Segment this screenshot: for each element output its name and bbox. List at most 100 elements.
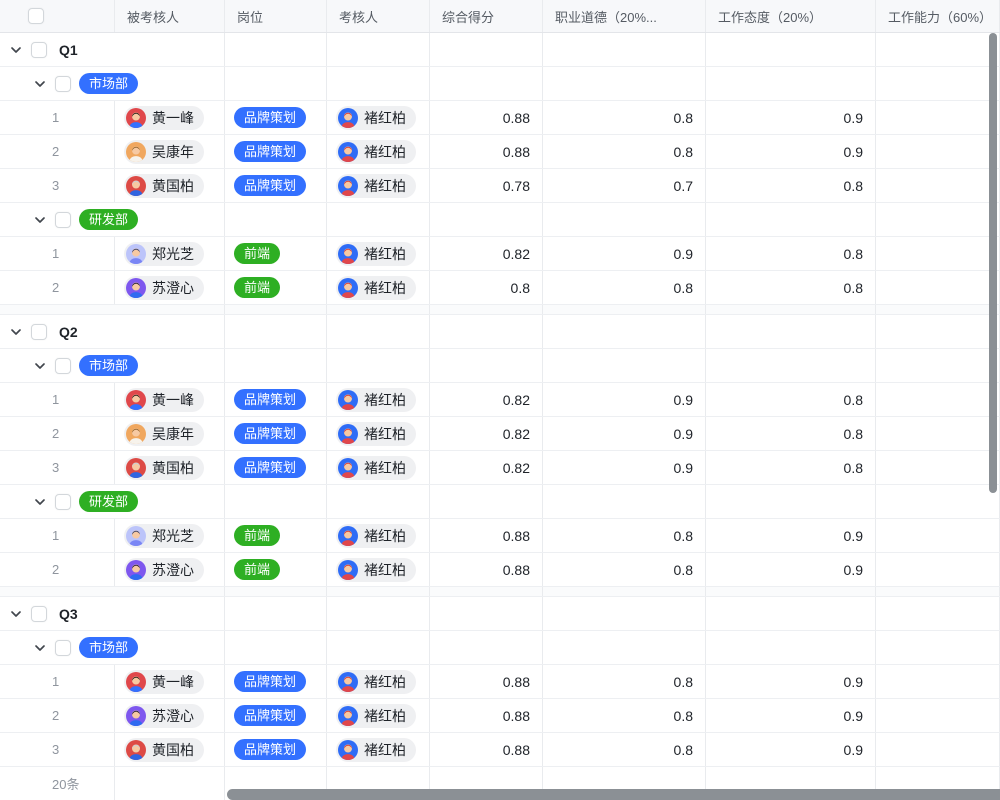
position-cell[interactable]: 品牌策划 [225,665,327,698]
score-cell[interactable]: 0.88 [430,519,543,552]
person-cell[interactable]: 吴康年 [115,135,225,168]
position-cell[interactable]: 品牌策划 [225,733,327,766]
ability-cell[interactable] [876,699,1000,732]
ability-cell[interactable] [876,237,1000,270]
ethics-cell[interactable]: 0.8 [543,271,706,304]
chevron-down-icon[interactable] [33,495,47,509]
ethics-cell[interactable]: 0.9 [543,417,706,450]
position-cell[interactable]: 品牌策划 [225,451,327,484]
dept-checkbox[interactable] [55,494,71,510]
chevron-down-icon[interactable] [9,325,23,339]
person-cell[interactable]: 苏澄心 [115,699,225,732]
ethics-cell[interactable]: 0.9 [543,237,706,270]
row-index-cell[interactable]: 1 [0,383,115,416]
assessor-cell[interactable]: 褚红柏 [327,237,430,270]
chevron-down-icon[interactable] [33,213,47,227]
score-cell[interactable]: 0.82 [430,237,543,270]
position-cell[interactable]: 品牌策划 [225,417,327,450]
row-index-cell[interactable]: 3 [0,169,115,202]
person-cell[interactable]: 苏澄心 [115,553,225,586]
ability-cell[interactable] [876,665,1000,698]
attitude-cell[interactable]: 0.9 [706,553,876,586]
col-header-person[interactable]: 被考核人 [115,0,225,32]
attitude-cell[interactable]: 0.8 [706,417,876,450]
person-cell[interactable]: 黄国柏 [115,733,225,766]
row-index-cell[interactable]: 2 [0,417,115,450]
row-index-cell[interactable]: 1 [0,101,115,134]
attitude-cell[interactable]: 0.8 [706,169,876,202]
horizontal-scrollbar[interactable] [227,789,1000,800]
vertical-scrollbar[interactable] [989,33,997,493]
assessor-cell[interactable]: 褚红柏 [327,451,430,484]
ability-cell[interactable] [876,135,1000,168]
assessor-cell[interactable]: 褚红柏 [327,383,430,416]
position-cell[interactable]: 品牌策划 [225,699,327,732]
position-cell[interactable]: 前端 [225,237,327,270]
col-header-position[interactable]: 岗位 [225,0,327,32]
ability-cell[interactable] [876,417,1000,450]
ability-cell[interactable] [876,733,1000,766]
position-cell[interactable]: 前端 [225,271,327,304]
attitude-cell[interactable]: 0.9 [706,135,876,168]
col-header-score[interactable]: 综合得分 [430,0,543,32]
chevron-down-icon[interactable] [33,77,47,91]
select-all-checkbox[interactable] [28,8,44,24]
attitude-cell[interactable]: 0.9 [706,665,876,698]
assessor-cell[interactable]: 褚红柏 [327,271,430,304]
position-cell[interactable]: 前端 [225,553,327,586]
ethics-cell[interactable]: 0.8 [543,699,706,732]
col-header-ability[interactable]: 工作能力（60%） [876,0,1000,32]
ability-cell[interactable] [876,101,1000,134]
person-cell[interactable]: 郑光芝 [115,519,225,552]
score-cell[interactable]: 0.88 [430,699,543,732]
assessor-cell[interactable]: 褚红柏 [327,417,430,450]
assessor-cell[interactable]: 褚红柏 [327,101,430,134]
assessor-cell[interactable]: 褚红柏 [327,135,430,168]
assessor-cell[interactable]: 褚红柏 [327,733,430,766]
ethics-cell[interactable]: 0.8 [543,665,706,698]
person-cell[interactable]: 郑光芝 [115,237,225,270]
score-cell[interactable]: 0.82 [430,417,543,450]
person-cell[interactable]: 吴康年 [115,417,225,450]
attitude-cell[interactable]: 0.8 [706,451,876,484]
chevron-down-icon[interactable] [33,359,47,373]
group-checkbox[interactable] [31,606,47,622]
assessor-cell[interactable]: 褚红柏 [327,699,430,732]
assessor-cell[interactable]: 褚红柏 [327,169,430,202]
person-cell[interactable]: 黄国柏 [115,451,225,484]
assessor-cell[interactable]: 褚红柏 [327,519,430,552]
attitude-cell[interactable]: 0.9 [706,733,876,766]
row-index-cell[interactable]: 3 [0,733,115,766]
ethics-cell[interactable]: 0.8 [543,135,706,168]
person-cell[interactable]: 黄一峰 [115,101,225,134]
assessor-cell[interactable]: 褚红柏 [327,665,430,698]
score-cell[interactable]: 0.8 [430,271,543,304]
person-cell[interactable]: 黄国柏 [115,169,225,202]
score-cell[interactable]: 0.82 [430,383,543,416]
attitude-cell[interactable]: 0.8 [706,237,876,270]
score-cell[interactable]: 0.88 [430,553,543,586]
chevron-down-icon[interactable] [33,641,47,655]
position-cell[interactable]: 品牌策划 [225,101,327,134]
row-index-cell[interactable]: 1 [0,237,115,270]
row-index-cell[interactable]: 2 [0,699,115,732]
col-header-attitude[interactable]: 工作态度（20%） [706,0,876,32]
row-index-cell[interactable]: 2 [0,135,115,168]
score-cell[interactable]: 0.82 [430,451,543,484]
person-cell[interactable]: 黄一峰 [115,665,225,698]
score-cell[interactable]: 0.88 [430,101,543,134]
ethics-cell[interactable]: 0.7 [543,169,706,202]
chevron-down-icon[interactable] [9,43,23,57]
ability-cell[interactable] [876,169,1000,202]
position-cell[interactable]: 品牌策划 [225,135,327,168]
assessor-cell[interactable]: 褚红柏 [327,553,430,586]
attitude-cell[interactable]: 0.8 [706,271,876,304]
ethics-cell[interactable]: 0.8 [543,553,706,586]
col-header-assessor[interactable]: 考核人 [327,0,430,32]
row-index-cell[interactable]: 1 [0,665,115,698]
ability-cell[interactable] [876,553,1000,586]
person-cell[interactable]: 黄一峰 [115,383,225,416]
ethics-cell[interactable]: 0.9 [543,451,706,484]
dept-checkbox[interactable] [55,358,71,374]
ethics-cell[interactable]: 0.8 [543,519,706,552]
